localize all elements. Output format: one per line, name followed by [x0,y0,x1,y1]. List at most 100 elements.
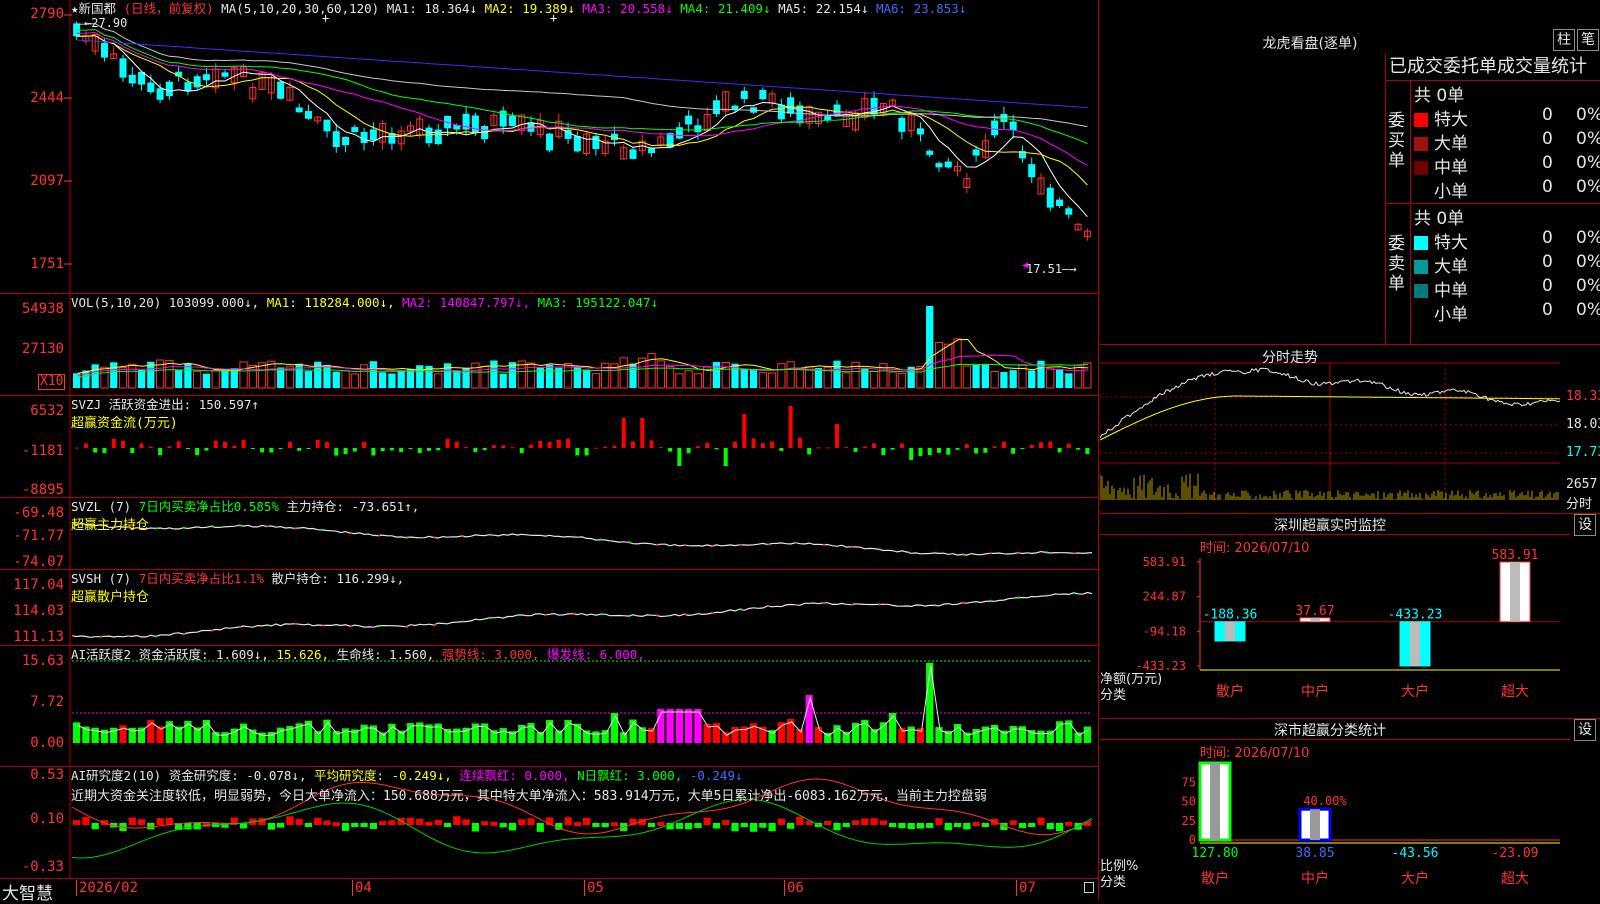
monitor-value-label: -188.36 [1203,608,1258,623]
flow-bar [862,446,867,448]
time-axis[interactable]: 大智慧 2026/02 04 05 06 07 [0,879,1098,904]
research-bar [128,817,136,825]
candle-body [1028,164,1036,178]
buy-color-swatch [1414,137,1428,151]
candle-body [926,150,934,155]
tick-mode-button[interactable]: 笔 [1577,29,1599,51]
volume-bar [712,362,721,388]
holding-dot [489,533,492,536]
vol-params: VOL(5,10,20) [71,295,162,310]
flow-bar [167,446,172,448]
class-ytick: 0 [1189,833,1196,847]
holding-dot [211,629,214,632]
order-stats-tabs[interactable]: 已成交委托单成交量统计 [1386,54,1600,81]
buy-row-value: 0 [1542,177,1553,197]
buy-row-label: 小单 [1434,182,1468,202]
research-bar [360,823,368,827]
candle-body [824,116,832,121]
intraday-panel[interactable]: 分时走势 18.33 18.03 17.73 2657 分时 [1099,345,1600,514]
class-bar-highlight [1210,763,1220,840]
ai-research-chart[interactable] [0,767,1098,878]
holding-dot [656,614,659,617]
volume-header: VOL(5,10,20) 103099.000↓, MA1: 118284.00… [71,296,658,310]
ma6-value: MA6: 23.853↓ [875,1,967,16]
bar-mode-button[interactable]: 柱 [1553,29,1575,51]
research-bar [963,823,971,830]
svzj-header: SVZJ 活跃资金进出: 150.597↑ [71,398,259,412]
volume-bar [239,361,248,389]
research-bar [889,823,897,828]
volume-bar [211,369,220,389]
holding-dot [127,635,130,638]
sz-class-settings-button[interactable]: 设 [1574,719,1596,741]
svzj-pane[interactable]: SVZJ 活跃资金进出: 150.597↑ 超赢资金流(万元) 6532 -11… [0,396,1098,498]
svsh-pane[interactable]: SVSH (7) 7日内买卖净占比1.1% 散户持仓: 116.299↓, 超赢… [0,570,1098,646]
flow-bar [287,442,292,448]
buy-side-table: 共 0单 特大 0 0% 大单 0 0% 中单 0 0% 小单 0 0% [1412,81,1600,204]
research-bar [768,823,776,832]
volume-bar [962,365,971,389]
flow-bar [436,448,441,451]
sz-monitor-settings-button[interactable]: 设 [1574,514,1596,536]
volume-bar [619,357,628,389]
sell-color-swatch [1414,284,1428,298]
flow-bar [445,438,450,448]
ai-active-chart[interactable] [0,646,1098,766]
research-bar [647,823,656,827]
flow-bar [139,443,144,448]
flow-bar [807,448,812,455]
candle-body [573,136,581,152]
research-bar [156,818,164,825]
vol-value: 103099.000↓, [168,295,260,310]
svsh-ytick: 111.13 [13,629,64,645]
holding-dot [350,532,353,535]
volume-pane[interactable]: VOL(5,10,20) 103099.000↓, MA1: 118284.00… [0,294,1098,396]
kline-chart[interactable]: + +◀ [0,0,1098,293]
sz-class-chart[interactable]: 75 50 25 0 40.00% 127.80 38.85 -43.56 -23.09 散户 中户… [1100,719,1600,900]
sz-monitor-panel[interactable]: 深圳超赢实时监控 设 时间: 2026/07/10 583.91 244.87 -9… [1100,514,1600,719]
candle-body [360,132,368,144]
sz-monitor-axis-sub: 分类 [1100,688,1127,703]
candle-body [546,133,554,151]
activity-bar [341,728,350,743]
holding-dot [711,612,714,615]
ai-research-pane[interactable]: AI研究度2(10) 资金研究度: -0.078↓, 平均研究度: -0.249… [0,767,1098,879]
ma2-value: MA2: 19.389↓ [484,1,575,16]
volume-bar [591,373,601,389]
volume-bar [434,373,443,389]
flow-bar [705,442,710,448]
candle-body [972,149,980,156]
sz-class-panel[interactable]: 深市超赢分类统计 设 时间: 2026/07/10 75 50 25 0 40.00% 1… [1100,719,1600,900]
xaxis-label: 06 [784,880,804,896]
flow-bar [130,448,135,454]
sz-monitor-chart[interactable]: 583.91 244.87 -94.18 -433.23 -188.36 散户 37.67 中… [1100,514,1600,718]
candle-body [471,115,479,133]
volume-bar [953,338,962,389]
research-bar [536,823,544,832]
ai-ytick: 15.63 [21,653,64,669]
flow-bar [835,424,839,448]
holding-dot [405,625,408,628]
svzl-pane[interactable]: SVZL (7) 7日内买卖净占比0.585% 主力持仓: -73.651↑, … [0,498,1098,570]
ai-active-value: 资金活跃度: 1.609↓, [138,647,269,662]
research-bar [675,823,683,829]
ai-active-pane[interactable]: AI活跃度2 资金活跃度: 1.609↓, 15.626, 生命线: 1.560… [0,646,1098,767]
volume-bar [972,364,980,388]
svzl-subtitle: 超赢主力持仓 [71,518,150,533]
kline-pane[interactable]: + + ◀ ★新国都 (日线，前复权) MA(5,10,20,30,60,120) … [0,0,1098,294]
xaxis-label: 2026/02 [76,880,138,896]
research-bar [490,821,498,826]
research-bar [443,823,452,827]
split-divider[interactable] [1098,0,1099,900]
stock-terminal: + + ◀ ★新国都 (日线，前复权) MA(5,10,20,30,60,120) … [0,0,1600,904]
holding-dot [433,536,436,539]
holding-dot [823,601,826,604]
ai-research-name: AI研究度2(10) [71,768,162,783]
period-label[interactable]: (日线，前复权) [124,1,214,16]
flow-bar [918,448,923,456]
flow-bar [937,448,941,453]
research-bar [379,821,387,826]
holding-dot [628,615,631,618]
lock-icon[interactable] [1084,882,1094,893]
intraday-chart[interactable] [1099,345,1600,513]
